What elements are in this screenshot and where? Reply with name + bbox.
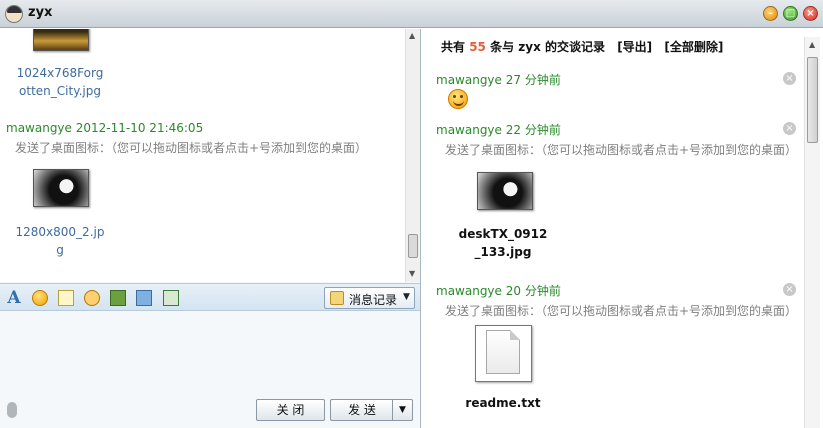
contact-avatar[interactable] — [5, 5, 23, 23]
chat-pane: 1024x768Forg otten_City.jpg mawangye 201… — [0, 29, 421, 428]
sender-name: mawangye — [436, 73, 502, 87]
file-name-portrait[interactable]: 1280x800_2.jp g — [10, 223, 110, 259]
delete-entry-icon[interactable]: × — [783, 283, 796, 296]
history-scrollbar[interactable]: ▲ — [804, 37, 820, 428]
delete-entry-icon[interactable]: × — [783, 122, 796, 135]
file-name-portrait[interactable]: deskTX_0912 _133.jpg — [453, 225, 553, 261]
message-history-label: 消息记录 — [349, 293, 398, 307]
system-message: 发送了桌面图标：（您可以拖动图标或者点击+号添加到您的桌面） — [445, 143, 798, 157]
send-button[interactable]: 发 送 — [330, 399, 393, 421]
delete-all-link[interactable]: [全部删除] — [664, 40, 723, 54]
file-thumbnail-portrait[interactable] — [33, 169, 89, 207]
message-history-button[interactable]: 消息记录 ▼ — [324, 287, 415, 309]
record-count: 55 — [469, 40, 486, 54]
close-button[interactable]: 关 闭 — [256, 399, 325, 421]
sender-name: mawangye — [436, 284, 502, 298]
message-timestamp: 2012-11-10 21:46:05 — [75, 121, 204, 135]
chat-transcript[interactable]: 1024x768Forg otten_City.jpg mawangye 201… — [0, 29, 405, 282]
send-options-dropdown[interactable]: ▼ — [392, 399, 413, 421]
chat-scrollbar[interactable]: ▲ ▼ — [405, 29, 420, 282]
entry-time: 20 分钟前 — [505, 284, 561, 298]
screenshot-icon[interactable] — [163, 290, 179, 306]
message-toolbar: A 消息记录 ▼ — [0, 283, 420, 311]
message-header: mawangye 2012-11-10 21:46:05 — [6, 121, 203, 135]
emoticon-icon[interactable] — [32, 290, 48, 306]
note-icon[interactable] — [58, 290, 74, 306]
entry-time: 22 分钟前 — [505, 123, 561, 137]
export-link[interactable]: [导出] — [617, 40, 652, 54]
microphone-icon[interactable] — [7, 402, 17, 418]
minimize-button[interactable]: – — [763, 6, 778, 21]
scroll-up-arrow-icon[interactable]: ▲ — [409, 31, 415, 40]
history-entry-header: mawangye 27 分钟前 — [436, 71, 561, 88]
file-thumbnail-portrait[interactable] — [477, 172, 533, 210]
magic-face-icon[interactable] — [84, 290, 100, 306]
system-message: 发送了桌面图标：（您可以拖动图标或者点击+号添加到您的桌面） — [15, 141, 368, 155]
picture-icon[interactable] — [110, 290, 126, 306]
smiley-emoticon-icon — [448, 89, 468, 109]
delete-entry-icon[interactable]: × — [783, 72, 796, 85]
scroll-up-arrow-icon[interactable]: ▲ — [809, 40, 815, 49]
scrollbar-thumb[interactable] — [807, 57, 818, 143]
system-message: 发送了桌面图标：（您可以拖动图标或者点击+号添加到您的桌面） — [445, 304, 798, 318]
message-input-area[interactable]: 关 闭 发 送 ▼ — [0, 312, 420, 424]
file-name-city[interactable]: 1024x768Forg otten_City.jpg — [10, 64, 110, 100]
history-icon — [330, 291, 344, 305]
chevron-down-icon: ▼ — [403, 292, 410, 302]
maximize-button[interactable]: □ — [783, 6, 798, 21]
close-window-button[interactable]: × — [803, 6, 818, 21]
entry-time: 27 分钟前 — [505, 73, 561, 87]
scrollbar-thumb[interactable] — [408, 234, 418, 258]
sender-name: mawangye — [6, 121, 72, 135]
font-icon[interactable]: A — [6, 290, 22, 307]
history-pane: 共有 55 条与 zyx 的交谈记录 [导出] [全部删除] mawangye … — [425, 29, 823, 428]
text-file-icon[interactable] — [475, 325, 532, 382]
window-title: zyx — [28, 5, 53, 20]
send-file-icon[interactable] — [136, 290, 152, 306]
file-thumbnail-city[interactable] — [33, 29, 89, 51]
scroll-down-arrow-icon[interactable]: ▼ — [409, 269, 415, 278]
title-bar: zyx – □ × — [0, 0, 823, 28]
history-summary: 共有 55 条与 zyx 的交谈记录 [导出] [全部删除] — [441, 40, 724, 54]
sender-name: mawangye — [436, 123, 502, 137]
file-name-readme[interactable]: readme.txt — [453, 394, 553, 412]
history-entry-header: mawangye 22 分钟前 — [436, 121, 561, 138]
history-entry-header: mawangye 20 分钟前 — [436, 282, 561, 299]
